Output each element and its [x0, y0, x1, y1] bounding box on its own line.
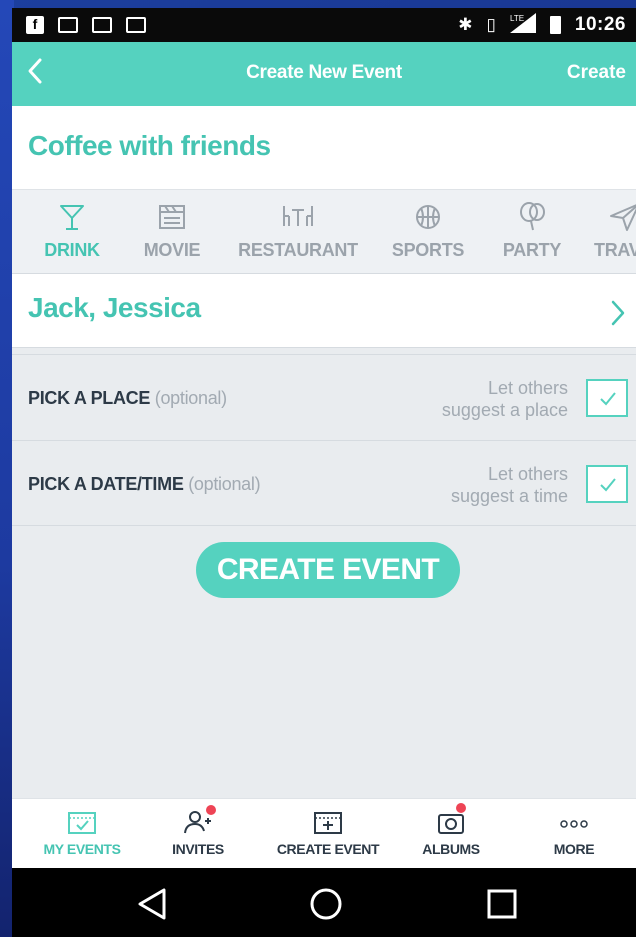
create-event-button[interactable]: CREATE EVENT	[196, 542, 460, 598]
create-action-button[interactable]: Create	[567, 62, 626, 84]
triangle-back-icon	[138, 888, 166, 920]
invitees-row[interactable]: Jack, Jessica	[12, 274, 636, 348]
paper-plane-icon	[610, 204, 636, 231]
invitees-list: Jack, Jessica	[28, 292, 201, 323]
app-title: Create New Event	[246, 62, 402, 83]
pick-datetime-title: PICK A DATE/TIME	[28, 474, 184, 494]
nav-label: MORE	[553, 841, 595, 857]
suggest-line: suggest a place	[441, 400, 568, 420]
app-bar: Create New Event Create	[12, 42, 636, 106]
pick-place-title: PICK A PLACE	[28, 388, 151, 408]
more-dots-icon	[560, 820, 588, 828]
category-travel[interactable]: TRAV	[590, 190, 636, 273]
android-navigation-bar	[12, 868, 636, 937]
nav-more[interactable]: MORE	[528, 799, 620, 869]
category-movie[interactable]: MOVIE	[132, 190, 212, 273]
table-icon	[283, 206, 313, 226]
pick-place-row[interactable]: PICK A PLACE (optional) Let others sugge…	[12, 354, 636, 440]
bottom-navigation: MY EVENTS INVITES CREATE EVENT ALBUMS MO…	[12, 798, 636, 868]
category-sports[interactable]: SPORTS	[386, 190, 470, 273]
chevron-right-icon	[611, 300, 625, 326]
suggest-place-checkbox[interactable]	[586, 379, 628, 417]
clapperboard-icon	[159, 205, 185, 229]
android-back-button[interactable]	[134, 884, 174, 924]
battery-icon	[549, 16, 561, 34]
facebook-icon: f	[26, 16, 44, 34]
category-label: SPORTS	[391, 240, 465, 260]
nav-label: INVITES	[172, 841, 224, 857]
category-label: DRINK	[44, 240, 100, 260]
calendar-plus-icon	[314, 812, 342, 834]
signal-icon: LTE	[509, 12, 536, 38]
android-recents-button[interactable]	[482, 884, 522, 924]
category-drink[interactable]: DRINK	[28, 190, 116, 273]
category-party[interactable]: PARTY	[492, 190, 572, 273]
suggest-time-text: Let others suggest a time	[451, 463, 568, 507]
category-restaurant[interactable]: RESTAURANT	[236, 190, 360, 273]
circle-home-icon	[310, 888, 342, 920]
category-label: MOVIE	[143, 240, 201, 260]
system-icons: ✱ ▯ LTE 10:26	[458, 12, 626, 38]
status-bar: f ✱ ▯ LTE 10:26	[12, 8, 636, 42]
pick-datetime-row[interactable]: PICK A DATE/TIME (optional) Let others s…	[12, 440, 636, 526]
calendar-check-icon	[68, 812, 96, 834]
suggest-place-text: Let others suggest a place	[442, 377, 568, 421]
suggest-line: suggest a time	[450, 486, 568, 506]
pick-datetime-label: PICK A DATE/TIME (optional)	[28, 441, 261, 527]
phone-screen: f ✱ ▯ LTE 10:26 Create New Event Create …	[12, 8, 636, 937]
gallery-icon	[92, 17, 112, 33]
category-label: RESTAURANT	[238, 240, 358, 260]
nav-albums[interactable]: ALBUMS	[408, 799, 494, 869]
nav-label: ALBUMS	[422, 841, 480, 857]
android-home-button[interactable]	[306, 884, 346, 924]
nav-my-events[interactable]: MY EVENTS	[28, 799, 136, 869]
suggest-line: Let others	[487, 464, 568, 484]
notification-icons: f	[26, 16, 146, 34]
nav-create-event[interactable]: CREATE EVENT	[270, 799, 386, 869]
category-label: TRAV	[594, 240, 636, 260]
pick-place-label: PICK A PLACE (optional)	[28, 355, 227, 441]
optional-tag: (optional)	[188, 474, 261, 494]
balloon-icon	[520, 202, 545, 231]
status-time: 10:26	[574, 14, 626, 35]
category-label: PARTY	[502, 240, 562, 260]
nav-invites[interactable]: INVITES	[152, 799, 244, 869]
bluetooth-icon: ✱	[458, 15, 473, 34]
category-selector: DRINK MOVIE RESTAURANT SPORTS PARTY TRAV	[12, 190, 636, 274]
checkmark-icon	[600, 478, 616, 492]
optional-tag: (optional)	[154, 388, 227, 408]
event-title-input[interactable]: Coffee with friends	[28, 130, 271, 162]
basketball-icon	[416, 205, 440, 229]
suggest-line: Let others	[487, 378, 568, 398]
event-title-section[interactable]: Coffee with friends	[12, 106, 636, 190]
square-recents-icon	[487, 889, 517, 919]
gmail-icon	[126, 17, 146, 33]
network-label: LTE	[510, 14, 524, 23]
nav-label: CREATE EVENT	[276, 841, 380, 857]
vibrate-icon: ▯	[486, 15, 496, 34]
notification-dot	[206, 805, 216, 815]
image-icon	[58, 17, 78, 33]
nav-label: MY EVENTS	[43, 841, 121, 857]
cocktail-icon	[60, 205, 84, 230]
notification-dot	[456, 803, 466, 813]
checkmark-icon	[600, 392, 616, 406]
suggest-time-checkbox[interactable]	[586, 465, 628, 503]
